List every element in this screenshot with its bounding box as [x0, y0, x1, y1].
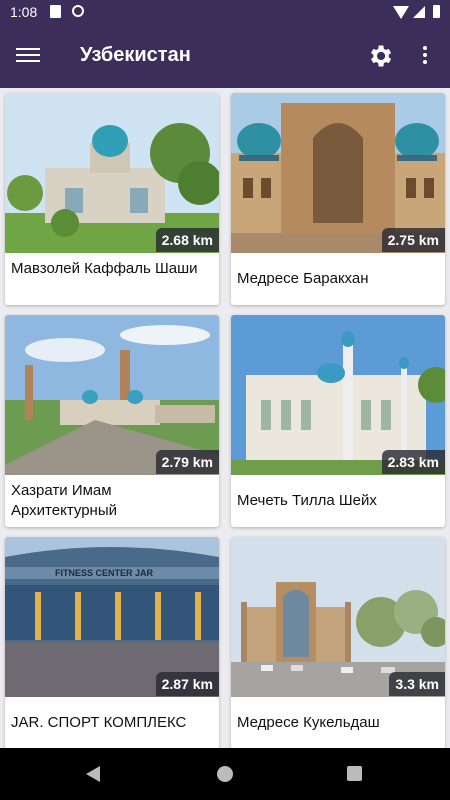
distance-badge: 2.83 km [381, 450, 445, 474]
battery-icon [433, 5, 440, 18]
place-card[interactable]: 2.83 km Мечеть Тилла Шейх [231, 315, 445, 527]
place-card[interactable]: 2.75 km Медресе Баракхан [231, 93, 445, 305]
home-icon[interactable] [217, 766, 233, 782]
sd-card-icon [50, 5, 61, 18]
distance-badge: 2.75 km [381, 228, 445, 252]
place-name: Хазрати Имам Архитектурный [11, 482, 117, 519]
recents-icon[interactable] [347, 766, 362, 781]
sync-icon [72, 5, 84, 17]
distance-badge: 2.79 km [155, 450, 219, 474]
page-title: Узбекистан [80, 44, 191, 66]
distance-badge: 3.3 km [389, 672, 445, 696]
system-nav-bar [0, 748, 450, 800]
place-name: Мавзолей Каффаль Шаши [11, 260, 198, 277]
places-grid: 2.68 km Мавзолей Каффаль Шаши 2.75 km Ме… [0, 88, 450, 748]
menu-icon[interactable] [14, 44, 42, 68]
place-card[interactable]: 3.3 km Медресе Кукельдаш [231, 537, 445, 748]
place-card[interactable]: 2.68 km Мавзолей Каффаль Шаши [5, 93, 219, 305]
place-name: Медресе Баракхан [237, 270, 369, 287]
distance-badge: 2.87 km [155, 672, 219, 696]
distance-badge: 2.68 km [155, 228, 219, 252]
wifi-icon [393, 6, 409, 19]
status-bar: 1:08 [0, 0, 450, 24]
place-name: Медресе Кукельдаш [237, 714, 380, 731]
fitness-sign: FITNESS CENTER JAR [55, 568, 154, 578]
place-name: Мечеть Тилла Шейх [237, 492, 377, 509]
status-time: 1:08 [10, 4, 38, 20]
place-name: JAR. СПОРТ КОМПЛЕКС [11, 714, 187, 731]
settings-icon[interactable] [366, 42, 394, 70]
more-vert-icon[interactable] [415, 44, 435, 68]
signal-icon [413, 6, 425, 18]
place-card[interactable]: FITNESS CENTER JAR 2.87 km JAR. СПОРТ КО… [5, 537, 219, 748]
back-icon[interactable] [86, 766, 100, 782]
app-bar: Узбекистан [0, 24, 450, 88]
place-card[interactable]: 2.79 km Хазрати Имам Архитектурный [5, 315, 219, 527]
